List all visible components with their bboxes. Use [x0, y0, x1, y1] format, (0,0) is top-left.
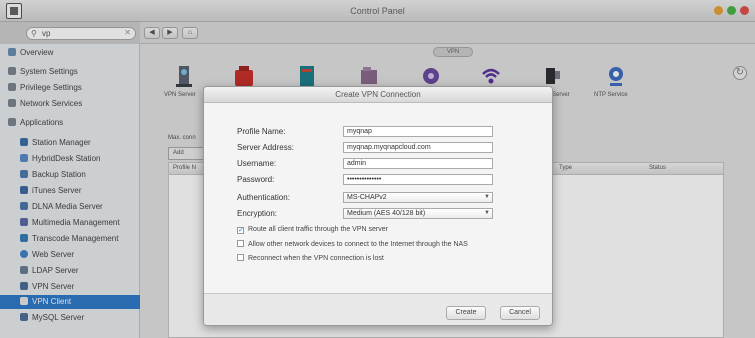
chevron-down-icon: ▼ [484, 210, 490, 216]
chevron-down-icon: ▼ [484, 194, 490, 200]
create-button[interactable]: Create [446, 306, 486, 320]
reconnect-label: Reconnect when the VPN connection is los… [248, 255, 384, 262]
allow-network-devices-option[interactable]: Allow other network devices to connect t… [237, 240, 468, 248]
reconnect-option[interactable]: Reconnect when the VPN connection is los… [237, 254, 384, 262]
route-all-traffic-option[interactable]: ✓ Route all client traffic through the VP… [237, 226, 388, 234]
dialog-title: Create VPN Connection [204, 87, 552, 103]
authentication-label: Authentication: [237, 193, 290, 202]
reconnect-checkbox[interactable] [237, 254, 244, 261]
route-all-traffic-checkbox[interactable]: ✓ [237, 227, 244, 234]
authentication-value: MS-CHAPv2 [347, 194, 387, 201]
server-address-label: Server Address: [237, 143, 294, 152]
encryption-label: Encryption: [237, 209, 278, 218]
dialog-footer: Create Cancel [204, 293, 552, 325]
password-label: Password: [237, 175, 275, 184]
allow-network-devices-checkbox[interactable] [237, 240, 244, 247]
password-field[interactable]: •••••••••••••• [343, 174, 493, 185]
authentication-select[interactable]: MS-CHAPv2 ▼ [343, 192, 493, 203]
route-all-traffic-label: Route all client traffic through the VPN… [248, 226, 388, 233]
server-address-field[interactable]: myqnap.myqnapcloud.com [343, 142, 493, 153]
cancel-button[interactable]: Cancel [500, 306, 540, 320]
profile-name-label: Profile Name: [237, 127, 286, 136]
username-label: Username: [237, 159, 277, 168]
profile-name-field[interactable]: myqnap [343, 126, 493, 137]
encryption-select[interactable]: Medium (AES 40/128 bit) ▼ [343, 208, 493, 219]
create-vpn-dialog: Create VPN Connection Profile Name: myqn… [203, 86, 553, 326]
username-field[interactable]: admin [343, 158, 493, 169]
encryption-value: Medium (AES 40/128 bit) [347, 210, 426, 217]
allow-network-devices-label: Allow other network devices to connect t… [248, 241, 468, 248]
